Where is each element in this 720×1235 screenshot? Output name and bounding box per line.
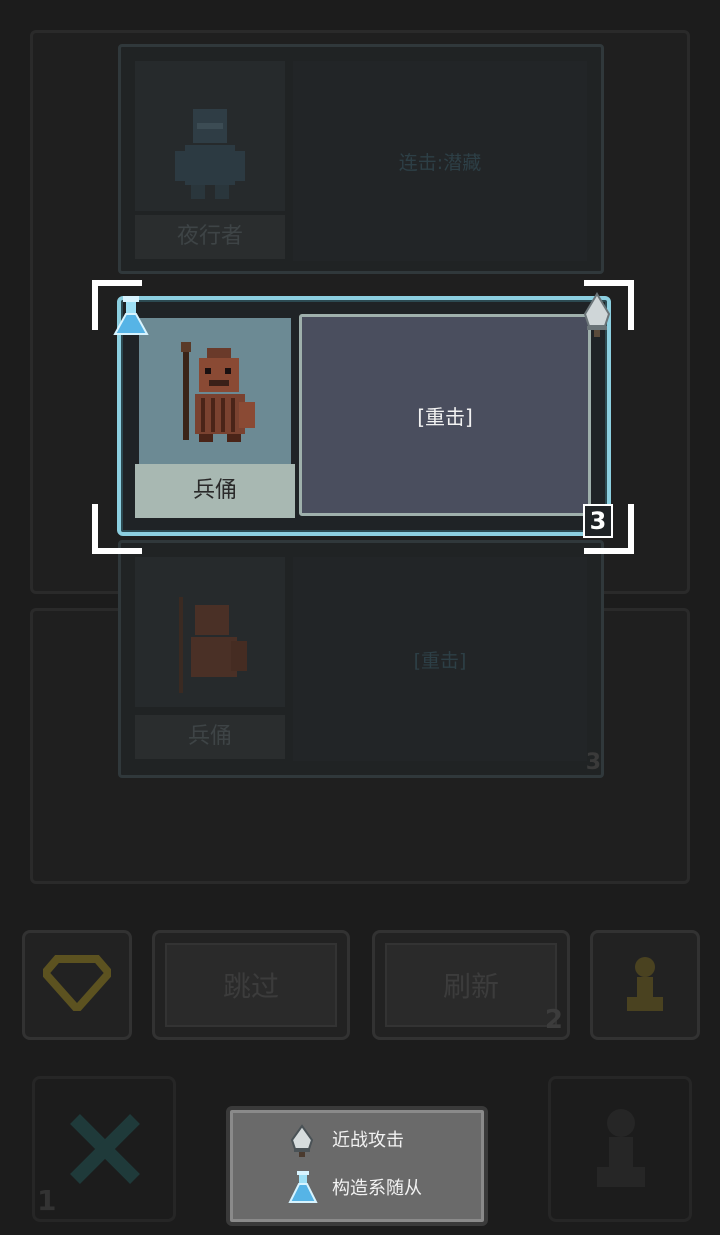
hero-slot-button[interactable]: [548, 1076, 692, 1222]
refresh-count: 2: [544, 1005, 563, 1035]
legend-label-construct: 构造系随从: [332, 1178, 422, 1199]
card-name: 夜行者: [135, 215, 285, 259]
refresh-label: 刷新: [385, 943, 557, 1027]
terracotta-warrior-icon: [179, 597, 247, 693]
skip-button[interactable]: 跳过: [152, 930, 350, 1040]
focus-bracket-bottom-right: [584, 504, 634, 554]
card-terracotta-lower[interactable]: 兵俑 [重击] 3: [118, 540, 604, 778]
pawn-icon: [597, 1109, 645, 1187]
flask-icon: [288, 1170, 318, 1208]
gem-icon: [43, 955, 111, 1011]
terracotta-warrior-icon: [181, 342, 255, 442]
legend-tooltip: 近战攻击 构造系随从: [226, 1106, 488, 1226]
card-portrait: [135, 557, 285, 707]
focus-bracket-bottom-left: [92, 504, 142, 554]
close-button[interactable]: 1: [32, 1076, 176, 1222]
focus-bracket-top-right: [584, 280, 634, 330]
pawn-button[interactable]: [590, 930, 700, 1040]
legend-label-melee: 近战攻击: [332, 1130, 404, 1151]
skip-label: 跳过: [165, 943, 337, 1027]
card-nightwalker[interactable]: 夜行者 连击:潜藏: [118, 44, 604, 274]
gem-button[interactable]: [22, 930, 132, 1040]
card-level: 3: [585, 750, 601, 775]
card-description: [重击]: [299, 314, 591, 516]
close-count: 1: [37, 1184, 57, 1217]
card-name: 兵俑: [135, 715, 285, 759]
dagger-icon: [288, 1124, 316, 1162]
refresh-button[interactable]: 刷新 2: [372, 930, 570, 1040]
close-icon: [70, 1114, 140, 1184]
ninja-icon: [175, 109, 245, 199]
card-portrait: [139, 318, 291, 464]
card-portrait: [135, 61, 285, 211]
card-terracotta-focused[interactable]: 兵俑 [重击] 3: [113, 292, 613, 538]
card-description: 连击:潜藏: [293, 61, 587, 261]
card-description: [重击]: [293, 557, 587, 761]
focus-bracket-top-left: [92, 280, 142, 330]
card-name: 兵俑: [135, 464, 295, 518]
pawn-icon: [627, 957, 663, 1011]
